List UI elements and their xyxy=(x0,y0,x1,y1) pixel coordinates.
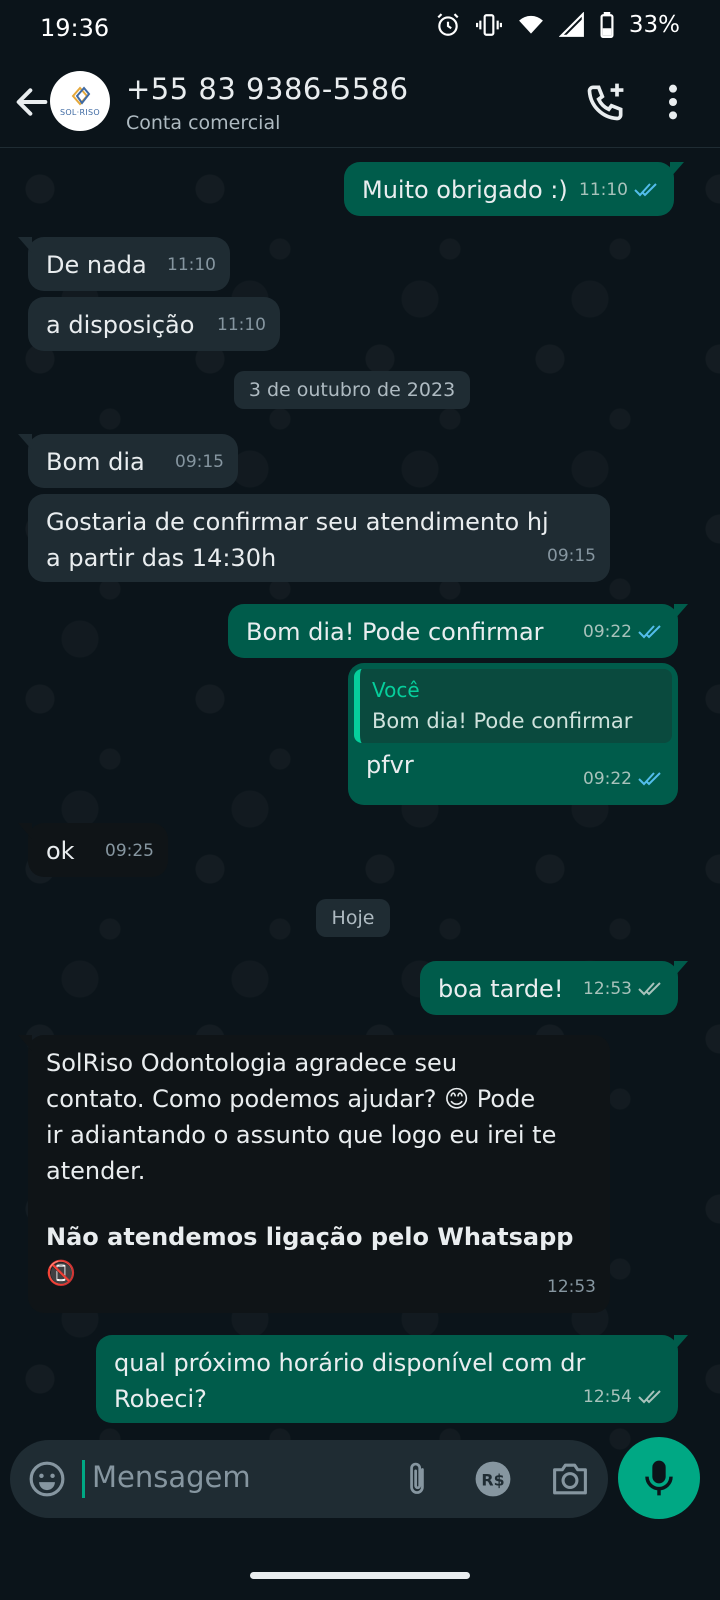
message-incoming[interactable]: ok 09:25 xyxy=(18,823,168,877)
camera-icon[interactable] xyxy=(550,1460,590,1498)
battery-percent: 33% xyxy=(628,12,680,38)
message-text: Bom dia xyxy=(46,448,145,476)
message-meta: 09:15 xyxy=(547,538,596,574)
message-meta: 12:53 xyxy=(547,1269,596,1305)
voice-message-button[interactable] xyxy=(618,1437,700,1519)
message-outgoing[interactable]: qual próximo horário disponível com dr R… xyxy=(96,1335,688,1423)
message-meta: 09:15 xyxy=(175,444,224,480)
message-meta: 09:25 xyxy=(105,833,154,869)
message-text-line: Gostaria de confirmar seu atendimento hj xyxy=(46,508,549,536)
chat-header: SOL·RISO +55 83 9386-5586 Conta comercia… xyxy=(0,56,720,148)
message-meta: 11:10 xyxy=(579,172,660,208)
contact-avatar[interactable]: SOL·RISO xyxy=(50,71,110,131)
message-time: 11:10 xyxy=(167,255,216,275)
logo-icon xyxy=(71,86,91,106)
message-text: ok xyxy=(46,837,75,865)
message-incoming[interactable]: Gostaria de confirmar seu atendimento hj… xyxy=(28,494,610,582)
message-time: 09:22 xyxy=(583,769,632,789)
avatar-logo-text: SOL·RISO xyxy=(59,108,101,117)
message-meta: 09:22 xyxy=(583,761,664,797)
add-call-icon[interactable] xyxy=(584,80,628,124)
quoted-author: Você xyxy=(372,678,420,702)
quoted-text: Bom dia! Pode confirmar xyxy=(372,709,633,733)
message-time: 12:53 xyxy=(547,1277,596,1297)
read-ticks-icon xyxy=(638,772,661,786)
more-options-icon[interactable] xyxy=(662,82,684,122)
message-time: 11:10 xyxy=(579,180,628,200)
message-text-line: a partir das 14:30h xyxy=(46,544,277,572)
message-time: 09:15 xyxy=(547,546,596,566)
message-input[interactable]: Mensagem xyxy=(92,1460,251,1494)
contact-subtitle: Conta comercial xyxy=(126,112,281,134)
message-time: 12:53 xyxy=(583,979,632,999)
quoted-message[interactable]: Você Bom dia! Pode confirmar xyxy=(354,669,672,743)
vibrate-icon xyxy=(475,14,502,36)
text-cursor xyxy=(82,1460,85,1498)
microphone-icon xyxy=(645,1460,673,1496)
message-text: Bom dia! Pode confirmar xyxy=(246,618,544,646)
message-meta: 12:53 xyxy=(583,971,664,1007)
message-meta: 11:10 xyxy=(217,307,266,343)
message-bold-line: Não atendemos ligação pelo Whatsapp xyxy=(46,1223,574,1251)
date-text: 3 de outubro de 2023 xyxy=(248,379,456,401)
message-time: 09:15 xyxy=(175,452,224,472)
battery-icon xyxy=(600,12,614,38)
back-arrow-icon[interactable] xyxy=(12,82,52,122)
status-bar: 19:36 33% xyxy=(0,0,720,56)
svg-text:R$: R$ xyxy=(481,1470,504,1489)
message-meta: 09:22 xyxy=(583,614,664,650)
message-input-bar: Mensagem R$ xyxy=(10,1440,608,1518)
status-time: 19:36 xyxy=(40,14,110,42)
date-text: Hoje xyxy=(331,907,375,929)
date-separator: 3 de outubro de 2023 xyxy=(234,371,470,409)
message-text: boa tarde! xyxy=(438,975,564,1003)
message-outgoing[interactable]: Bom dia! Pode confirmar 09:22 xyxy=(228,604,688,658)
attach-icon[interactable] xyxy=(400,1460,434,1498)
message-text-line: Robeci? xyxy=(114,1385,207,1413)
message-incoming[interactable]: a disposição 11:10 xyxy=(28,297,280,351)
message-text-line: contato. Como podemos ajudar? 😊 Pode xyxy=(46,1085,536,1113)
wifi-icon xyxy=(518,15,543,34)
status-icons: 33% xyxy=(435,12,680,38)
no-phones-emoji: 📵 xyxy=(46,1259,76,1287)
delivered-ticks-icon xyxy=(638,982,661,996)
payment-icon[interactable]: R$ xyxy=(474,1460,512,1498)
message-text-line: SolRiso Odontologia agradece seu xyxy=(46,1049,458,1077)
message-text-line: qual próximo horário disponível com dr xyxy=(114,1349,586,1377)
gesture-navigation-bar[interactable] xyxy=(250,1572,470,1579)
message-text: a disposição xyxy=(46,311,195,339)
message-outgoing-reply[interactable]: Você Bom dia! Pode confirmar pfvr 09:22 xyxy=(348,663,678,805)
delivered-ticks-icon xyxy=(638,1390,661,1404)
message-outgoing[interactable]: boa tarde! 12:53 xyxy=(420,961,688,1015)
message-incoming[interactable]: SolRiso Odontologia agradece seu contato… xyxy=(18,1035,610,1313)
message-time: 11:10 xyxy=(217,315,266,335)
message-text: De nada xyxy=(46,251,147,279)
message-time: 12:54 xyxy=(583,1387,632,1407)
message-meta: 11:10 xyxy=(167,247,216,283)
message-outgoing[interactable]: Muito obrigado :) 11:10 xyxy=(344,162,684,216)
date-separator: Hoje xyxy=(316,899,390,937)
message-time: 09:25 xyxy=(105,841,154,861)
chat-area[interactable]: Muito obrigado :) 11:10 De nada 11:10 a … xyxy=(0,149,720,1459)
alarm-icon xyxy=(437,13,459,36)
read-ticks-icon xyxy=(634,183,657,197)
emoji-icon[interactable] xyxy=(28,1460,66,1498)
message-incoming[interactable]: Bom dia 09:15 xyxy=(18,434,238,488)
message-meta: 12:54 xyxy=(583,1379,664,1415)
signal-icon xyxy=(558,12,584,37)
contact-name[interactable]: +55 83 9386-5586 xyxy=(126,72,409,106)
read-ticks-icon xyxy=(638,625,661,639)
message-time: 09:22 xyxy=(583,622,632,642)
message-text-line: ir adiantando o assunto que logo eu irei… xyxy=(46,1121,557,1149)
message-text: Muito obrigado :) xyxy=(362,176,568,204)
message-text-line: atender. xyxy=(46,1157,146,1185)
message-incoming[interactable]: De nada 11:10 xyxy=(18,237,230,291)
